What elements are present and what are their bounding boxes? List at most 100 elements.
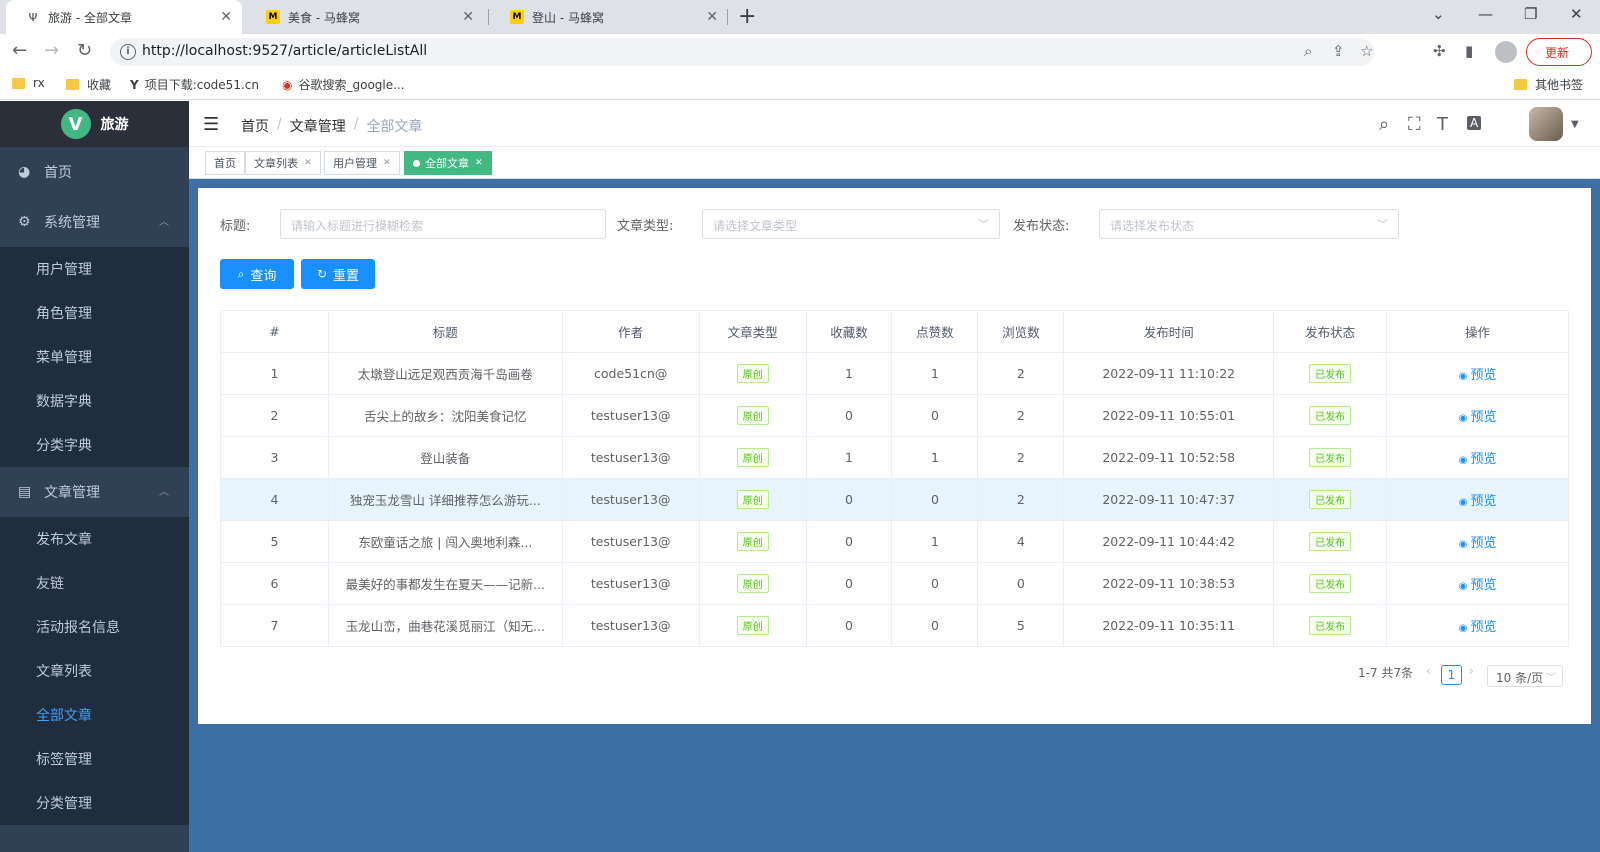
eye-icon[interactable]: ◉ [1459,581,1471,592]
avatar[interactable] [1529,107,1563,141]
eye-icon[interactable]: ◉ [1459,413,1471,424]
browser-tab-1[interactable]: Ψ 旅游 - 全部文章 ✕ [6,0,242,34]
close-icon[interactable]: ✕ [383,158,391,168]
reset-button[interactable]: ↻ 重置 [301,259,375,289]
eye-icon[interactable]: ◉ [1459,497,1471,508]
url-text[interactable]: http://localhost:9527/article/articleLis… [142,43,427,59]
site-info-icon[interactable]: i [120,44,136,60]
side-panel-icon[interactable]: ▮ [1465,42,1473,60]
other-bookmarks[interactable]: 其他书签 [1514,76,1583,93]
menu-item-home[interactable]: ◕ 首页 [0,147,189,197]
share-icon[interactable]: ⇪ [1332,42,1345,60]
table-row[interactable]: 5 东欧童话之旅 | 闯入奥地利森... testuser13@ 原创 0 1 4 2022-… [220,520,1569,563]
sidebar-item-roles[interactable]: 角色管理 [0,291,189,335]
title-search-input[interactable]: 请输入标题进行模糊检索 [280,209,606,239]
search-icon[interactable]: ⌕ [1379,114,1389,135]
tab-search-icon[interactable]: ⌄ [1432,5,1445,23]
status-select[interactable]: 请选择发布状态 ﹀ [1099,209,1399,239]
eye-icon[interactable]: ◉ [1459,371,1471,382]
preview-link[interactable]: 预览 [1470,578,1496,593]
page-size-select[interactable]: 10 条/页 ﹀ [1487,665,1563,687]
breadcrumb-articles[interactable]: 文章管理 [290,116,346,136]
sidebar-item-category-dict[interactable]: 分类字典 [0,423,189,467]
bookmark-folder[interactable]: rx [12,76,45,90]
back-icon[interactable]: ← [12,40,27,61]
table-cell: 太墩登山远足观西贡海千岛画卷 [327,352,563,395]
language-icon[interactable]: A [1467,116,1482,130]
tag-all-articles[interactable]: 全部文章 ✕ [404,151,492,175]
sidebar-item-menus[interactable]: 菜单管理 [0,335,189,379]
table-row[interactable]: 2 舌尖上的故乡：沈阳美食记忆 testuser13@ 原创 0 0 2 2022-09-11… [220,394,1569,437]
zoom-icon[interactable]: ⌕ [1304,42,1312,60]
preview-link[interactable]: 预览 [1470,368,1496,383]
prev-page-icon[interactable]: ‹ [1426,664,1431,678]
tag-home[interactable]: 首页 [205,151,245,175]
browser-tab-3[interactable]: M 登山 - 马蜂窝 ✕ [490,0,728,34]
bookmark-folder[interactable]: 收藏 [66,76,111,93]
bookmark-link[interactable]: ◉ 谷歌搜索_google... [282,76,405,93]
preview-link[interactable]: 预览 [1470,452,1496,467]
breadcrumb-home[interactable]: 首页 [241,116,269,136]
sidebar-item-article-list[interactable]: 文章列表 [0,649,189,693]
reload-icon[interactable]: ↻ [77,40,92,61]
close-icon[interactable]: ✕ [706,9,718,25]
profile-icon[interactable] [1495,41,1517,63]
bookmark-star-icon[interactable]: ☆ [1360,42,1373,60]
table-row[interactable]: 1 太墩登山远足观西贡海千岛画卷 code51cn@ 原创 1 1 2 2022-09-11 … [220,352,1569,395]
tag-article-list[interactable]: 文章列表 ✕ [245,151,321,175]
table-header-row: # 标题 作者 文章类型 收藏数 点赞数 浏览数 发布时间 发布状态 操作 [220,310,1569,353]
table-row[interactable]: 6 最美好的事都发生在夏天——记新... testuser13@ 原创 0 0 0 2022-… [220,562,1569,605]
forward-icon[interactable]: → [44,40,59,61]
sidebar-item-users[interactable]: 用户管理 [0,247,189,291]
restore-icon[interactable]: ❐ [1524,5,1537,23]
favorites-count: 0 [845,576,853,591]
caret-down-icon[interactable]: ▼ [1571,119,1579,130]
article-title: 东欧童话之旅 | 闯入奥地利森... [358,535,533,550]
next-page-icon[interactable]: › [1469,664,1474,678]
sidebar-item-all-articles[interactable]: 全部文章 [0,693,189,737]
extensions-icon[interactable]: ✣ [1433,42,1446,60]
bookmark-link[interactable]: Y 项目下载:code51.cn [130,76,259,93]
sidebar-item-signups[interactable]: 活动报名信息 [0,605,189,649]
eye-icon[interactable]: ◉ [1459,455,1471,466]
preview-link[interactable]: 预览 [1470,410,1496,425]
preview-link[interactable]: 预览 [1470,620,1496,635]
font-size-icon[interactable]: T [1437,114,1448,135]
close-icon[interactable]: ✕ [220,9,232,25]
close-icon[interactable]: ✕ [475,158,483,168]
table-row[interactable]: 3 登山装备 testuser13@ 原创 1 1 2 2022-09-11 10:52:58… [220,436,1569,479]
table-cell: 0 [891,394,979,437]
page-number[interactable]: 1 [1441,665,1462,685]
hamburger-icon[interactable]: ☰ [203,114,219,135]
eye-icon[interactable]: ◉ [1459,623,1471,634]
menu-item-system[interactable]: ⚙ 系统管理 ︿ [0,197,189,247]
close-icon[interactable]: ✕ [462,9,474,25]
pagination-total: 1-7 共7条 [1358,666,1414,680]
table-row[interactable]: 4 独宠玉龙雪山 详细推荐怎么游玩... testuser13@ 原创 0 0 2 2022-… [220,478,1569,521]
eye-icon[interactable]: ◉ [1459,539,1471,550]
update-button[interactable]: 更新 [1526,38,1592,66]
window-close-icon[interactable]: ✕ [1570,5,1583,23]
sidebar-item-categories[interactable]: 分类管理 [0,781,189,825]
sidebar-item-publish[interactable]: 发布文章 [0,517,189,561]
address-bar[interactable]: i http://localhost:9527/article/articleL… [110,38,1374,66]
table-cell: 0 [805,520,893,563]
sidebar-item-links[interactable]: 友链 [0,561,189,605]
preview-link[interactable]: 预览 [1470,536,1496,551]
logo-title: 旅游 [100,117,129,133]
type-select[interactable]: 请选择文章类型 ﹀ [702,209,1000,239]
app-logo[interactable]: V 旅游 [0,101,189,147]
table-cell: 2 [220,394,329,437]
minimize-icon[interactable]: — [1478,5,1493,23]
query-button[interactable]: ⌕ 查询 [220,259,294,289]
close-icon[interactable]: ✕ [304,158,312,168]
tag-user-management[interactable]: 用户管理 ✕ [324,151,400,175]
browser-tab-2[interactable]: M 美食 - 马蜂窝 ✕ [246,0,484,34]
menu-item-articles[interactable]: ▤ 文章管理 ︿ [0,467,189,517]
preview-link[interactable]: 预览 [1470,494,1496,509]
sidebar-item-dictionary[interactable]: 数据字典 [0,379,189,423]
new-tab-icon[interactable]: + [738,4,756,29]
sidebar-item-tags[interactable]: 标签管理 [0,737,189,781]
table-row[interactable]: 7 玉龙山峦，曲巷花溪觅丽江（知无... testuser13@ 原创 0 0 5 2022-… [220,604,1569,647]
fullscreen-icon[interactable]: ⛶ [1408,114,1421,135]
